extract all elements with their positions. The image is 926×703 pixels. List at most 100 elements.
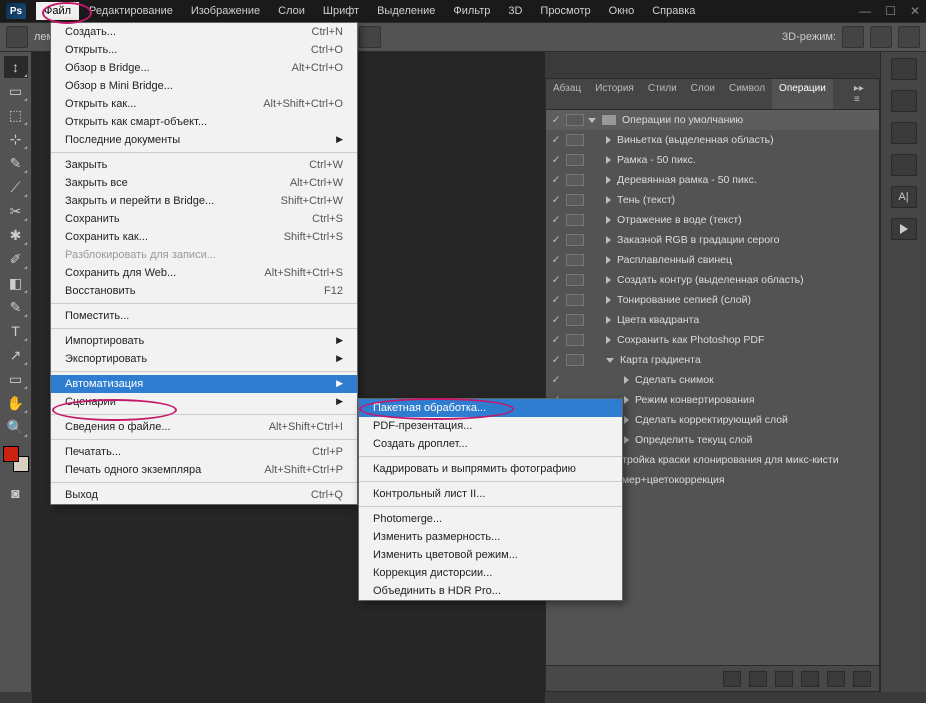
panel-icon[interactable] [891,90,917,112]
action-row[interactable]: ✓Сделать снимок [546,370,879,390]
action-row[interactable]: ✓Расплавленный свинец [546,250,879,270]
action-row[interactable]: ✓Цвета квадранта [546,310,879,330]
menu-item[interactable]: Сохранить как...Shift+Ctrl+S [51,228,357,246]
menu-item[interactable]: Открыть...Ctrl+O [51,41,357,59]
panel-icon[interactable] [891,154,917,176]
menu-3d[interactable]: 3D [500,2,530,20]
menu-item[interactable]: Создать...Ctrl+N [51,23,357,41]
menu-item[interactable]: ЗакрытьCtrl+W [51,156,357,174]
menu-item[interactable]: СохранитьCtrl+S [51,210,357,228]
tool-button[interactable]: ▭ [4,368,28,390]
action-row[interactable]: ✓Виньетка (выделенная область) [546,130,879,150]
panel-icon[interactable] [891,58,917,80]
submenu-item[interactable]: Пакетная обработка... [359,399,622,417]
menu-просмотр[interactable]: Просмотр [532,2,598,20]
action-row[interactable]: ✓Тонирование сепией (слой) [546,290,879,310]
action-row[interactable]: ✓Деревянная рамка - 50 пикс. [546,170,879,190]
submenu-item[interactable]: Контрольный лист II... [359,485,622,503]
stop-icon[interactable] [723,671,741,687]
tool-button[interactable]: ✐ [4,248,28,270]
panel-tab[interactable]: Слои [684,79,722,109]
menu-фильтр[interactable]: Фильтр [445,2,498,20]
record-icon[interactable] [749,671,767,687]
menu-item[interactable]: Импортировать▶ [51,332,357,350]
menu-item[interactable]: Последние документы▶ [51,131,357,149]
panel-icon[interactable]: A| [891,186,917,208]
action-row[interactable]: ✓Рамка - 50 пикс. [546,150,879,170]
menu-item[interactable]: Сохранить для Web...Alt+Shift+Ctrl+S [51,264,357,282]
color-swatches[interactable] [3,446,29,472]
submenu-item[interactable]: Изменить цветовой режим... [359,546,622,564]
menu-item[interactable]: Обзор в Mini Bridge... [51,77,357,95]
submenu-item[interactable]: Кадрировать и выпрямить фотографию [359,460,622,478]
menu-item[interactable]: Печать одного экземпляраAlt+Shift+Ctrl+P [51,461,357,479]
menu-item[interactable]: Обзор в Bridge...Alt+Ctrl+O [51,59,357,77]
tool-button[interactable]: ↗ [4,344,28,366]
quickmask-icon[interactable]: ◙ [4,482,28,504]
menu-файл[interactable]: Файл [36,2,79,20]
menu-item[interactable]: Печатать...Ctrl+P [51,443,357,461]
new-action-icon[interactable] [827,671,845,687]
tool-button[interactable]: ▭ [4,80,28,102]
panel-menu-icon[interactable]: ▸▸ ≡ [847,79,879,109]
menu-item[interactable]: Открыть как смарт-объект... [51,113,357,131]
menu-item[interactable]: Поместить... [51,307,357,325]
tool-button[interactable]: ✂ [4,200,28,222]
action-row[interactable]: ✓Карта градиента [546,350,879,370]
submenu-item[interactable]: Создать дроплет... [359,435,622,453]
action-row[interactable]: ✓Отражение в воде (текст) [546,210,879,230]
panel-tab[interactable]: Символ [722,79,772,109]
menu-окно[interactable]: Окно [601,2,643,20]
tool-button[interactable]: ↕ [4,56,28,78]
tool-preset-icon[interactable] [6,26,28,48]
action-row[interactable]: ✓Операции по умолчанию [546,110,879,130]
panel-tab[interactable]: Абзац [546,79,588,109]
tool-button[interactable]: T [4,320,28,342]
panel-tab[interactable]: Стили [641,79,684,109]
submenu-item[interactable]: Объединить в HDR Pro... [359,582,622,600]
maximize-icon[interactable]: ☐ [885,4,896,18]
menu-item[interactable]: Закрыть всеAlt+Ctrl+W [51,174,357,192]
submenu-item[interactable]: Изменить размерность... [359,528,622,546]
mode-3d-icon[interactable] [870,26,892,48]
action-row[interactable]: ✓Заказной RGB в градации серого [546,230,879,250]
minimize-icon[interactable]: — [859,4,871,18]
action-row[interactable]: ✓Тень (текст) [546,190,879,210]
tool-button[interactable]: ⬚ [4,104,28,126]
menu-item[interactable]: Экспортировать▶ [51,350,357,368]
tool-button[interactable]: ✱ [4,224,28,246]
menu-изображение[interactable]: Изображение [183,2,268,20]
submenu-item[interactable]: Photomerge... [359,510,622,528]
menu-справка[interactable]: Справка [644,2,703,20]
play-panel-icon[interactable] [891,218,917,240]
mode-3d-icon[interactable] [842,26,864,48]
action-row[interactable]: ✓Сохранить как Photoshop PDF [546,330,879,350]
tool-button[interactable]: ✎ [4,296,28,318]
tool-button[interactable]: ⟋ [4,176,28,198]
tool-button[interactable]: 🔍 [4,416,28,438]
menu-item[interactable]: ВыходCtrl+Q [51,486,357,504]
submenu-item[interactable]: Коррекция дисторсии... [359,564,622,582]
trash-icon[interactable] [853,671,871,687]
menu-слои[interactable]: Слои [270,2,313,20]
tool-button[interactable]: ◧ [4,272,28,294]
menu-item[interactable]: Сведения о файле...Alt+Shift+Ctrl+I [51,418,357,436]
menu-шрифт[interactable]: Шрифт [315,2,367,20]
tool-button[interactable]: ✎ [4,152,28,174]
close-icon[interactable]: ✕ [910,4,920,18]
menu-item[interactable]: ВосстановитьF12 [51,282,357,300]
mode-3d-icon[interactable] [898,26,920,48]
submenu-item[interactable]: PDF-презентация... [359,417,622,435]
menu-item[interactable]: Закрыть и перейти в Bridge...Shift+Ctrl+… [51,192,357,210]
tool-button[interactable]: ✋ [4,392,28,414]
panel-tab[interactable]: История [588,79,641,109]
menu-item[interactable]: Открыть как...Alt+Shift+Ctrl+O [51,95,357,113]
distribute-icon[interactable] [359,26,381,48]
menu-выделение[interactable]: Выделение [369,2,443,20]
play-icon[interactable] [775,671,793,687]
menu-item[interactable]: Автоматизация▶ [51,375,357,393]
panel-tab[interactable]: Операции [772,79,833,109]
tool-button[interactable]: ⊹ [4,128,28,150]
action-row[interactable]: ✓Создать контур (выделенная область) [546,270,879,290]
menu-редактирование[interactable]: Редактирование [81,2,181,20]
